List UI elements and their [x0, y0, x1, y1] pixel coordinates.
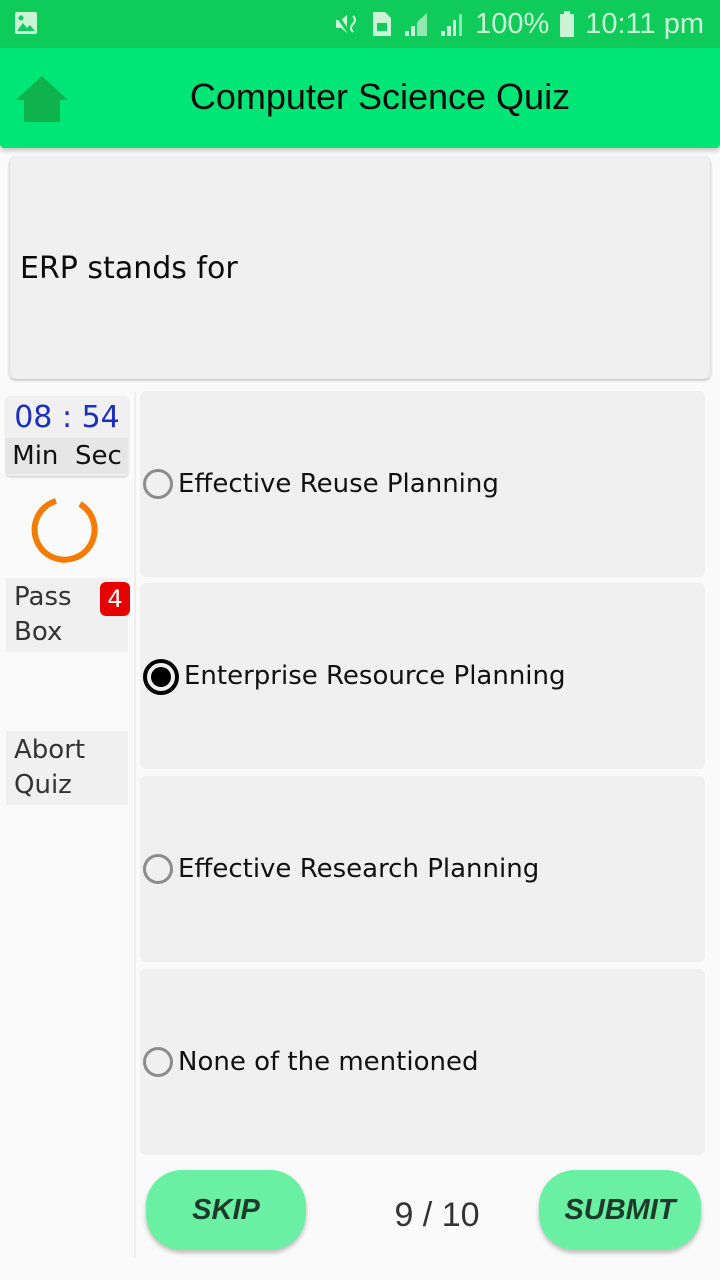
option-2[interactable]: Enterprise Resource Planning	[140, 583, 705, 769]
submit-button[interactable]: SUBMIT	[539, 1170, 701, 1250]
timer-value: 08 : 54	[6, 400, 128, 435]
countdown-timer: 08 : 54 Min Sec	[6, 396, 128, 476]
mute-vibrate-icon	[334, 13, 357, 35]
gallery-icon	[15, 12, 37, 34]
abort-quiz-button[interactable]: Abort Quiz	[6, 731, 128, 805]
radio-unchecked-icon[interactable]	[143, 469, 173, 499]
option-1[interactable]: Effective Reuse Planning	[140, 391, 705, 577]
sim-icon	[373, 12, 392, 36]
timer-minutes: 08	[14, 400, 53, 435]
pass-box-label-line2: Box	[14, 617, 63, 647]
sec-label: Sec	[74, 441, 122, 471]
signal-icon	[441, 14, 463, 36]
battery-percentage: 100%	[475, 7, 550, 40]
option-label: Effective Research Planning	[178, 854, 540, 884]
timer-seconds: 54	[81, 400, 120, 435]
min-label: Min	[12, 441, 59, 471]
status-bar: 100% 10:11 pm	[0, 0, 720, 48]
loading-spinner-icon	[31, 498, 98, 563]
option-label: None of the mentioned	[178, 1047, 479, 1077]
radio-unchecked-icon[interactable]	[143, 1047, 173, 1077]
option-4[interactable]: None of the mentioned	[140, 969, 705, 1155]
radio-unchecked-icon[interactable]	[143, 854, 173, 884]
radio-checked-icon[interactable]	[143, 659, 179, 695]
pass-count-badge: 4	[100, 582, 130, 616]
battery-icon	[560, 11, 575, 37]
question-card: ERP stands for	[10, 157, 710, 379]
timer-labels: Min Sec	[6, 438, 128, 474]
option-label: Effective Reuse Planning	[178, 469, 499, 499]
abort-label-line2: Quiz	[14, 770, 72, 800]
question-text: ERP stands for	[20, 251, 238, 286]
option-label: Enterprise Resource Planning	[184, 661, 566, 691]
question-progress: 9 / 10	[394, 1196, 480, 1234]
signal-icon	[405, 13, 428, 36]
sidebar-divider	[134, 392, 136, 1258]
clock: 10:11 pm	[585, 7, 704, 40]
app-title: Computer Science Quiz	[189, 76, 571, 117]
abort-label-line1: Abort	[14, 735, 86, 765]
option-3[interactable]: Effective Research Planning	[140, 776, 705, 962]
app-bar: Computer Science Quiz	[0, 48, 720, 148]
timer-separator: :	[61, 400, 73, 435]
skip-button[interactable]: SKIP	[146, 1170, 306, 1250]
